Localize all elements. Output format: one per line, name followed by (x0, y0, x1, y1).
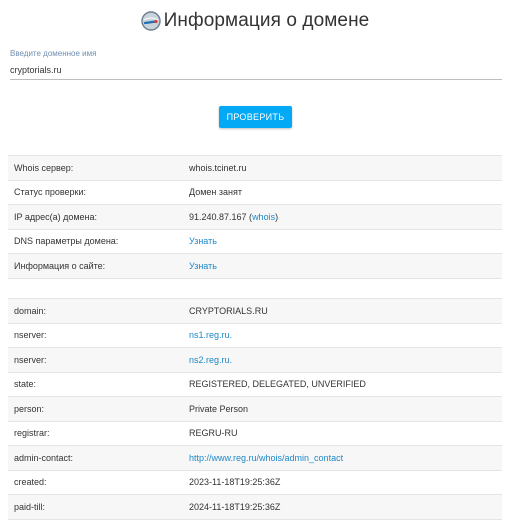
row-label: nserver: (14, 354, 47, 365)
table-row: IP адрес(а) домена: 91.240.87.167 (whois… (8, 205, 502, 230)
table-row: registrar: REGRU-RU (8, 421, 502, 446)
row-value: Домен занят (189, 187, 242, 198)
row-value: http://www.reg.ru/whois/admin_contact (189, 453, 502, 463)
row-label: registrar: (14, 428, 50, 439)
row-label: state: (14, 379, 37, 390)
row-label: Информация о сайте: (14, 260, 106, 271)
site-info-link[interactable]: Узнать (189, 261, 217, 271)
domain-input[interactable] (10, 60, 502, 80)
row-label: person: (14, 403, 45, 414)
dns-lookup-link[interactable]: Узнать (189, 236, 217, 246)
whois-ip-link[interactable]: whois (252, 212, 275, 222)
row-label: DNS параметры домена: (14, 236, 119, 247)
row-value: ns1.reg.ru. (189, 330, 502, 340)
table-row: DNS параметры домена: Узнать (8, 229, 502, 254)
ip-address: 91.240.87.167 ( (189, 211, 253, 222)
table-row: paid-till: 2024-11-18T19:25:36Z (8, 495, 502, 520)
row-value: CRYPTORIALS.RU (189, 305, 268, 316)
row-value: REGRU-RU (189, 428, 238, 439)
check-button[interactable]: ПРОВЕРИТЬ (219, 106, 292, 128)
table-row: person: Private Person (8, 397, 502, 422)
whois-table: domain: CRYPTORIALS.RU nserver: ns1.reg.… (8, 298, 502, 520)
row-value: 2023-11-18T19:25:36Z (189, 477, 281, 488)
row-label: admin-contact: (14, 452, 74, 463)
table-row: state: REGISTERED, DELEGATED, UNVERIFIED (8, 372, 502, 397)
summary-table: Whois сервер: whois.tcinet.ru Статус про… (8, 155, 502, 279)
admin-contact-link[interactable]: http://www.reg.ru/whois/admin_contact (189, 453, 343, 463)
page-header: Информация о домене (0, 6, 510, 36)
table-row: created: 2023-11-18T19:25:36Z (8, 470, 502, 495)
table-row: Статус проверки: Домен занят (8, 180, 502, 205)
table-row: Информация о сайте: Узнать (8, 254, 502, 279)
globe-search-icon (140, 11, 161, 31)
row-label: domain: (14, 305, 47, 316)
nserver-link[interactable]: ns1.reg.ru. (189, 330, 232, 340)
table-row: admin-contact: http://www.reg.ru/whois/a… (8, 446, 502, 471)
domain-info-page: Информация о домене Введите доменное имя… (0, 0, 510, 520)
row-value: REGISTERED, DELEGATED, UNVERIFIED (189, 379, 366, 390)
row-value: ns2.reg.ru. (189, 355, 502, 365)
row-value: 2024-11-18T19:25:36Z (189, 501, 281, 512)
ip-suffix: ) (275, 211, 279, 222)
row-label: IP адрес(а) домена: (14, 211, 98, 222)
row-value: 91.240.87.167 (whois) (189, 212, 502, 222)
row-value: Узнать (189, 236, 502, 246)
domain-field: Введите доменное имя (10, 49, 502, 80)
table-row: domain: CRYPTORIALS.RU (8, 299, 502, 324)
row-label: nserver: (14, 330, 47, 341)
row-label: Статус проверки: (14, 187, 86, 198)
row-value: whois.tcinet.ru (189, 162, 247, 173)
page-title: Информация о домене (163, 10, 370, 31)
table-row: Whois сервер: whois.tcinet.ru (8, 156, 502, 181)
row-label: paid-till: (14, 501, 46, 512)
nserver-link[interactable]: ns2.reg.ru. (189, 355, 232, 365)
table-row: nserver: ns2.reg.ru. (8, 348, 502, 373)
row-value: Узнать (189, 261, 502, 271)
row-value: Private Person (189, 403, 249, 414)
row-label: created: (14, 477, 47, 488)
row-label: Whois сервер: (14, 162, 74, 173)
table-row: nserver: ns1.reg.ru. (8, 323, 502, 348)
domain-field-label: Введите доменное имя (10, 49, 97, 58)
